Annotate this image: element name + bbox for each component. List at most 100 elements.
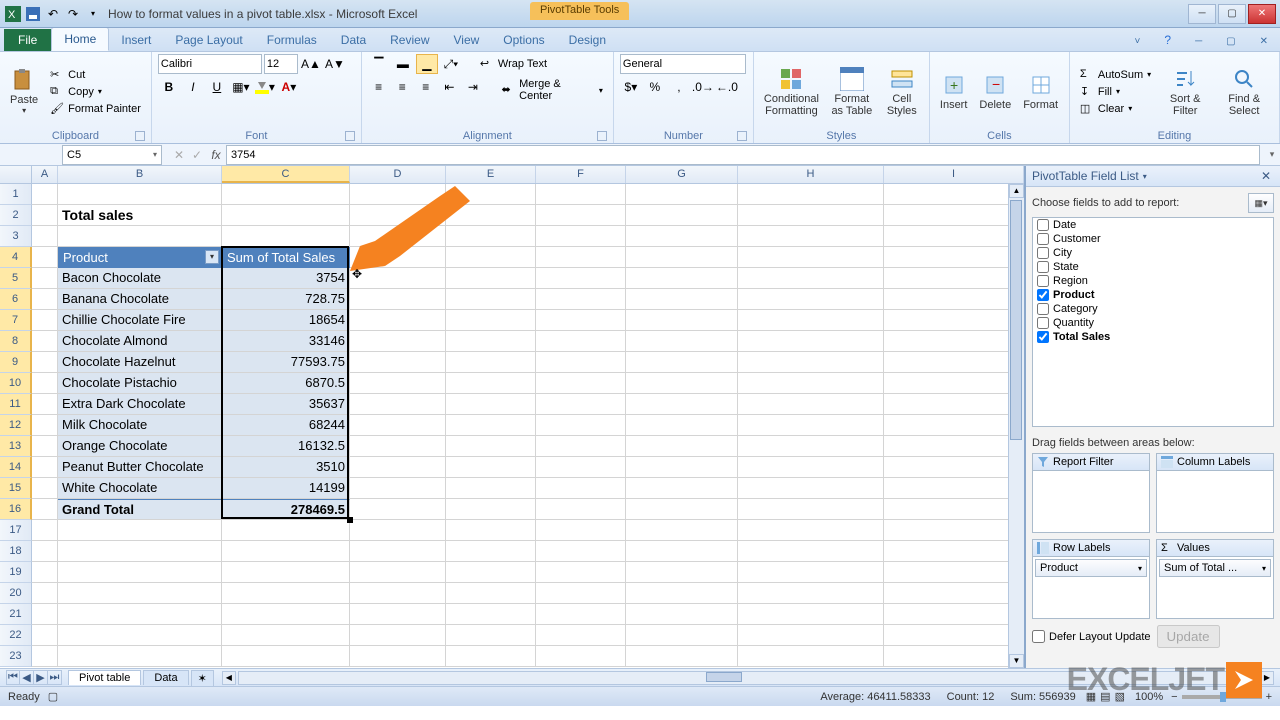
tab-review[interactable]: Review <box>378 29 441 51</box>
sort-filter-button[interactable]: Sort & Filter <box>1159 65 1211 119</box>
minimize-button[interactable]: ─ <box>1188 4 1216 24</box>
row-header-12[interactable]: 12 <box>0 415 32 436</box>
formula-input[interactable] <box>226 145 1260 165</box>
align-right-icon[interactable]: ≡ <box>415 77 437 97</box>
row-header-9[interactable]: 9 <box>0 352 32 373</box>
last-sheet-icon[interactable]: ⏭ <box>48 670 62 685</box>
product-filter-dropdown-icon[interactable]: ▾ <box>205 250 219 264</box>
zoom-level[interactable]: 100% <box>1135 691 1163 703</box>
horizontal-scrollbar[interactable]: ◀ ▶ <box>222 671 1274 685</box>
close-button[interactable]: ✕ <box>1248 4 1276 24</box>
row-header-23[interactable]: 23 <box>0 646 32 667</box>
field-customer[interactable]: Customer <box>1033 232 1273 246</box>
row-header-17[interactable]: 17 <box>0 520 32 541</box>
field-checkbox[interactable] <box>1037 275 1049 287</box>
row-header-22[interactable]: 22 <box>0 625 32 646</box>
copy-button[interactable]: ⧉Copy▾ <box>46 84 145 100</box>
percent-format-icon[interactable]: % <box>644 77 666 97</box>
fill-button[interactable]: ↧Fill▾ <box>1076 84 1155 100</box>
qat-dropdown-icon[interactable]: ▾ <box>84 5 102 23</box>
border-button[interactable]: ▦▾ <box>230 77 252 97</box>
tab-design[interactable]: Design <box>557 29 618 51</box>
row-header-8[interactable]: 8 <box>0 331 32 352</box>
align-center-icon[interactable]: ≡ <box>391 77 413 97</box>
scroll-up-icon[interactable]: ▲ <box>1009 184 1024 198</box>
first-sheet-icon[interactable]: ⏮ <box>6 670 20 685</box>
new-sheet-icon[interactable]: ✶ <box>191 670 214 686</box>
clear-button[interactable]: ◫Clear▾ <box>1076 101 1155 117</box>
format-cells-button[interactable]: Format <box>1019 71 1062 113</box>
field-total-sales[interactable]: Total Sales <box>1033 330 1273 344</box>
orientation-icon[interactable]: ⤢▾ <box>440 54 462 74</box>
decrease-decimal-icon[interactable]: ←.0 <box>716 77 738 97</box>
hscroll-thumb[interactable] <box>706 672 742 682</box>
col-header-F[interactable]: F <box>536 166 626 183</box>
format-as-table-button[interactable]: Format as Table <box>827 65 877 119</box>
help-icon[interactable]: ? <box>1152 29 1183 51</box>
zoom-in-icon[interactable]: + <box>1266 691 1272 703</box>
cancel-formula-icon[interactable]: ✕ <box>170 148 188 162</box>
row-header-2[interactable]: 2 <box>0 205 32 226</box>
macro-record-icon[interactable]: ▢ <box>48 690 58 703</box>
enter-formula-icon[interactable]: ✓ <box>188 148 206 162</box>
undo-icon[interactable]: ↶ <box>44 5 62 23</box>
workbook-close-icon[interactable]: ✕ <box>1248 32 1280 51</box>
find-select-button[interactable]: Find & Select <box>1215 65 1273 119</box>
field-region[interactable]: Region <box>1033 274 1273 288</box>
row-header-15[interactable]: 15 <box>0 478 32 499</box>
redo-icon[interactable]: ↷ <box>64 5 82 23</box>
cut-button[interactable]: ✂Cut <box>46 67 145 83</box>
row-header-11[interactable]: 11 <box>0 394 32 415</box>
increase-font-icon[interactable]: A▲ <box>300 54 322 74</box>
merge-center-button[interactable]: ⬌Merge & Center▾ <box>497 77 606 103</box>
field-checkbox[interactable] <box>1037 289 1049 301</box>
vertical-scrollbar[interactable]: ▲ ▼ <box>1008 184 1024 668</box>
bold-button[interactable]: B <box>158 77 180 97</box>
row-header-6[interactable]: 6 <box>0 289 32 310</box>
increase-decimal-icon[interactable]: .0→ <box>692 77 714 97</box>
next-sheet-icon[interactable]: ▶ <box>34 670 48 685</box>
select-all-corner[interactable] <box>0 166 32 183</box>
row-header-16[interactable]: 16 <box>0 499 32 520</box>
field-checkbox[interactable] <box>1037 303 1049 315</box>
align-bottom-icon[interactable]: ▁ <box>416 54 438 74</box>
row-header-21[interactable]: 21 <box>0 604 32 625</box>
tab-options[interactable]: Options <box>491 29 556 51</box>
defer-layout-checkbox[interactable]: Defer Layout Update <box>1032 630 1151 643</box>
col-header-A[interactable]: A <box>32 166 58 183</box>
row-header-4[interactable]: 4 <box>0 247 32 268</box>
sheet-tab-data[interactable]: Data <box>143 670 188 685</box>
font-size-combo[interactable] <box>264 54 298 74</box>
zoom-slider[interactable] <box>1182 695 1262 699</box>
tab-formulas[interactable]: Formulas <box>255 29 329 51</box>
col-header-C[interactable]: C <box>222 166 350 183</box>
zoom-out-icon[interactable]: − <box>1171 691 1177 703</box>
row-header-18[interactable]: 18 <box>0 541 32 562</box>
field-checkbox[interactable] <box>1037 233 1049 245</box>
align-left-icon[interactable]: ≡ <box>368 77 390 97</box>
pivot-row-header[interactable]: Product▾ <box>58 247 222 268</box>
insert-cells-button[interactable]: +Insert <box>936 71 972 113</box>
col-header-G[interactable]: G <box>626 166 738 183</box>
row-header-10[interactable]: 10 <box>0 373 32 394</box>
field-checkbox[interactable] <box>1037 261 1049 273</box>
clipboard-dialog-launcher[interactable] <box>135 131 145 141</box>
field-list-box[interactable]: DateCustomerCityStateRegionProductCatego… <box>1032 217 1274 427</box>
field-checkbox[interactable] <box>1037 247 1049 259</box>
paste-button[interactable]: Paste▾ <box>6 66 42 117</box>
view-page-break-icon[interactable]: ▧ <box>1115 690 1125 703</box>
excel-icon[interactable]: X <box>4 5 22 23</box>
autosum-button[interactable]: ΣAutoSum▾ <box>1076 67 1155 83</box>
row-header-7[interactable]: 7 <box>0 310 32 331</box>
cell-styles-button[interactable]: Cell Styles <box>881 65 923 119</box>
row-header-1[interactable]: 1 <box>0 184 32 205</box>
field-list-close-icon[interactable]: ✕ <box>1258 169 1274 183</box>
col-header-B[interactable]: B <box>58 166 222 183</box>
font-name-combo[interactable] <box>158 54 262 74</box>
worksheet-grid[interactable]: ABCDEFGHI 12Total sales34Product▾Sum of … <box>0 166 1024 668</box>
workbook-minimize-icon[interactable]: ─ <box>1183 32 1214 51</box>
workbook-restore-icon[interactable]: ▢ <box>1214 32 1247 51</box>
comma-format-icon[interactable]: , <box>668 77 690 97</box>
field-product[interactable]: Product <box>1033 288 1273 302</box>
conditional-formatting-button[interactable]: Conditional Formatting <box>760 65 823 119</box>
